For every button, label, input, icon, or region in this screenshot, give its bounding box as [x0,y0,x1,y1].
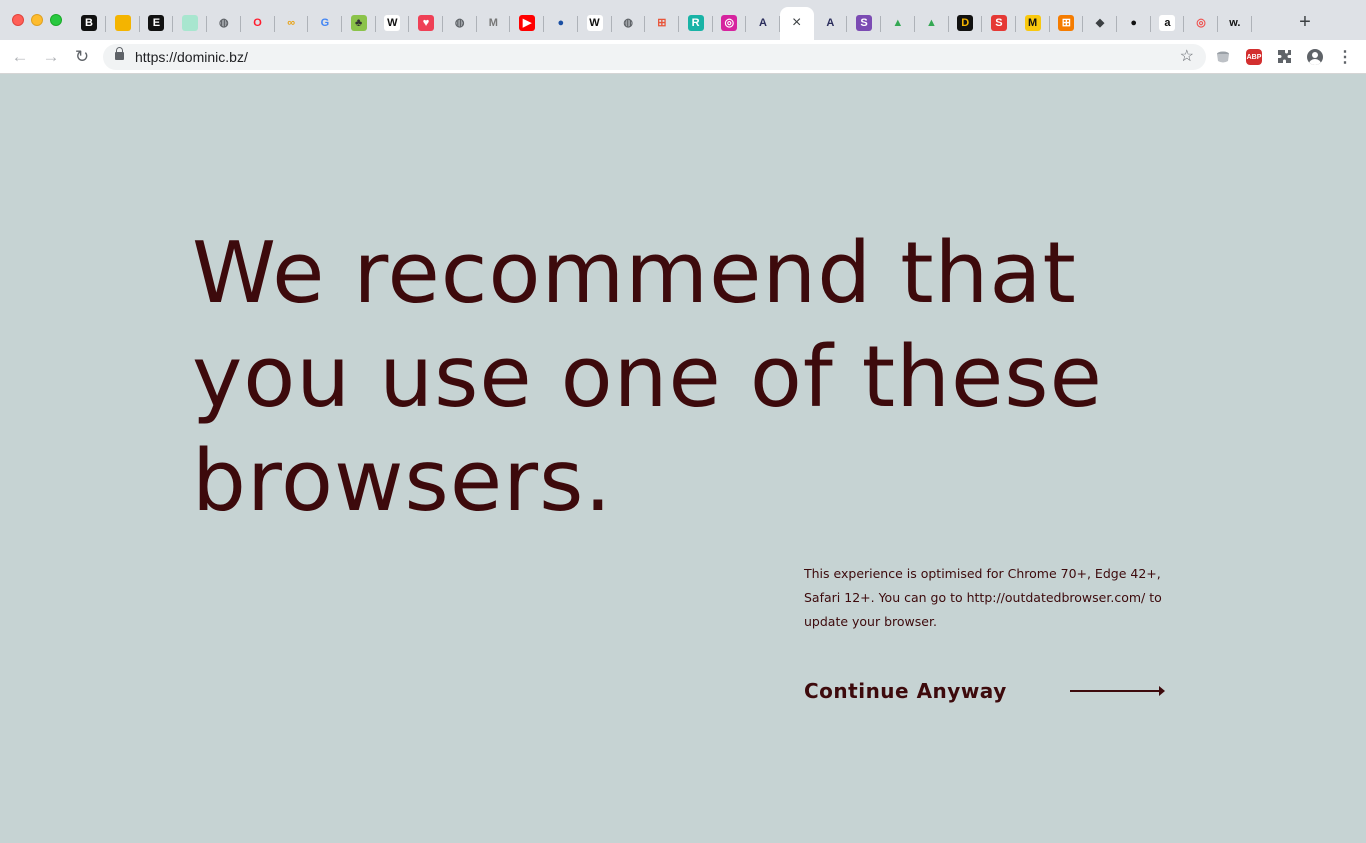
url-text: https://dominic.bz/ [135,49,248,65]
browser-tab[interactable] [173,7,208,40]
browser-tab[interactable]: S [982,7,1016,40]
extensions-puzzle-icon[interactable] [1274,47,1294,67]
browser-tab[interactable]: R [679,7,713,40]
tab-strip: B E ◍ O ∞ G ♣ W ♥ ◍ M ▶ ● W ◍ ⊞ R ◎ A × A S ▲ ▲ D S M ⊞ ◆ ● a ◎ w. + [0,0,1366,40]
wikipedia-icon: W [586,15,603,31]
tab-divider [1250,16,1252,32]
continue-anyway-button[interactable]: Continue Anyway [804,674,1166,708]
browser-tab[interactable]: a [1150,7,1185,40]
reader-icon: ⊞ [657,17,667,29]
leaf-icon: ♣ [350,15,367,31]
lock-icon [115,47,124,60]
infinity-icon: ∞ [287,17,296,29]
diamond-icon: ◆ [1095,17,1105,29]
amazon-icon: a [1159,15,1176,31]
browser-tab[interactable]: ▶ [510,7,545,40]
aa-logo-icon: A [826,17,835,29]
s-circle-icon: S [856,15,873,31]
aa-logo-icon: A [759,17,767,29]
kebab-menu-icon[interactable]: ⋮ [1335,47,1355,67]
browser-tab[interactable]: ⊞ [645,7,679,40]
browser-tab[interactable]: G [308,7,342,40]
browser-tab[interactable]: ∞ [274,7,309,40]
instagram-icon: ◎ [721,15,738,31]
browser-tab[interactable]: A [813,7,848,40]
browser-tab[interactable]: ♥ [409,7,443,40]
drive-icon: ▲ [892,17,904,29]
adblock-plus-icon[interactable]: ABP [1244,47,1264,67]
headline: We recommend that you use one of these b… [192,224,1103,531]
browser-tab[interactable] [106,7,140,40]
browser-tab[interactable]: ⊞ [1049,7,1084,40]
globe-icon: ◍ [623,17,633,29]
browser-tab[interactable]: ◍ [207,7,241,40]
s-red-icon: S [990,15,1007,31]
pocket-icon: ♥ [418,15,434,31]
bold-b-icon: B [81,15,97,31]
browser-tab[interactable]: O [241,7,275,40]
browser-tab[interactable]: ♣ [342,7,376,40]
close-window-button[interactable] [12,14,24,26]
continue-anyway-label: Continue Anyway [804,679,1007,703]
profile-avatar-icon[interactable] [1305,47,1325,67]
browser-support-note: This experience is optimised for Chrome … [804,566,1162,629]
r-square-icon: R [687,15,704,31]
browser-tab[interactable]: ▲ [881,7,915,40]
engadget-e-icon: E [148,15,165,31]
reload-icon[interactable]: ↻ [71,46,93,68]
browser-tab[interactable]: ◍ [443,7,477,40]
browser-tab[interactable]: × [779,7,814,40]
google-icon: G [320,17,330,29]
extension-cup-icon[interactable] [1213,47,1233,67]
browser-tab[interactable]: ▲ [915,7,949,40]
w-dot-icon: w. [1229,17,1241,29]
bookmark-star-icon[interactable]: ☆ [1180,44,1194,70]
browser-tab[interactable]: W [578,7,612,40]
browser-toolbar: ← → ↻ https://dominic.bz/ ☆ ABP ⋮ [0,40,1366,74]
browser-tab[interactable]: D [948,7,983,40]
youtube-icon: ▶ [519,15,536,31]
browser-tab[interactable]: M [476,7,511,40]
d-logo-icon: D [957,15,974,31]
back-arrow-icon[interactable]: ← [9,46,31,68]
new-tab-button[interactable]: + [1294,11,1316,33]
m-yellow-icon: M [1024,15,1041,31]
browser-tab[interactable]: ● [544,7,578,40]
browser-tab[interactable]: ◎ [1184,7,1219,40]
target-icon: ◎ [1196,17,1206,29]
globe-icon: ◍ [454,17,465,29]
browser-tab[interactable]: E [139,7,174,40]
drive-icon: ▲ [926,17,937,29]
wikipedia-icon: W [384,15,401,31]
slides-icon [114,15,131,31]
browser-tab[interactable]: ◎ [712,7,747,40]
black-circle-icon: ● [1130,17,1138,29]
sheet-icon [182,15,199,31]
forward-arrow-icon[interactable]: → [40,46,62,68]
browser-tab[interactable]: ● [1117,7,1151,40]
right-arrow-icon [1070,686,1165,696]
browser-tab[interactable]: B [72,7,106,40]
browser-tab[interactable]: w. [1218,7,1252,40]
page-content: We recommend that you use one of these b… [0,74,1366,843]
browser-tab[interactable]: S [847,7,882,40]
orange-grid-icon: ⊞ [1058,15,1075,31]
browser-tab[interactable]: ◍ [611,7,646,40]
zoom-window-button[interactable] [50,14,62,26]
globe-icon: ◍ [218,17,229,29]
blue-orb-icon: ● [557,17,565,29]
browser-tab[interactable]: A [746,7,780,40]
address-bar[interactable]: https://dominic.bz/ ☆ [103,44,1206,70]
browser-tab[interactable]: W [375,7,410,40]
browser-tab[interactable]: ◆ [1083,7,1117,40]
close-tab-icon[interactable]: × [780,7,814,40]
medium-m-icon: M [488,17,498,29]
opera-icon: O [253,17,262,29]
minimize-window-button[interactable] [31,14,43,26]
browser-tab[interactable]: M [1016,7,1050,40]
